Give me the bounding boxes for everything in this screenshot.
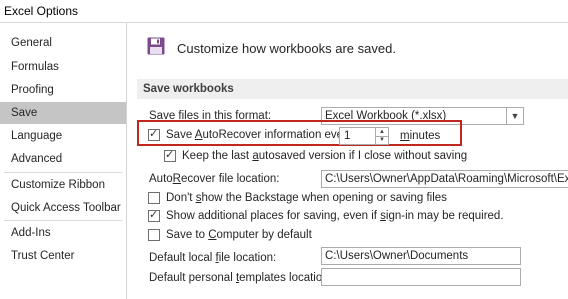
save-to-computer-checkbox[interactable] [148, 229, 160, 241]
sidebar-item-advanced[interactable]: Advanced [0, 148, 126, 170]
sidebar-item-proofing[interactable]: Proofing [0, 79, 126, 101]
additional-places-label: Show additional places for saving, even … [166, 210, 504, 222]
sidebar-item-label: Language [11, 130, 63, 142]
checkmark-icon: ✓ [149, 209, 159, 221]
sidebar-item-label: Customize Ribbon [11, 179, 105, 191]
autorecover-checkbox[interactable]: ✓ [148, 128, 160, 141]
sidebar-item-label: Add-Ins [11, 227, 51, 239]
personal-templates-input[interactable] [321, 268, 521, 286]
sidebar-item-general[interactable]: General [0, 32, 126, 54]
local-file-location-input[interactable]: C:\Users\Owner\Documents [321, 247, 521, 265]
save-to-computer-label: Save to Computer by default [166, 229, 312, 241]
sidebar-item-quick-access-toolbar[interactable]: Quick Access Toolbar [0, 197, 126, 219]
floppy-disk-icon [147, 37, 165, 55]
autorecover-location-value: C:\Users\Owner\AppData\Roaming\Microsoft… [325, 173, 568, 185]
local-file-location-label: Default local file location: [149, 252, 277, 264]
minutes-label: minutes [400, 130, 441, 142]
section-header-save-workbooks: Save workbooks [137, 79, 568, 99]
checkmark-icon: ✓ [165, 149, 175, 161]
sidebar-item-label: Advanced [11, 153, 63, 165]
sidebar-item-label: General [11, 37, 52, 49]
autorecover-location-input[interactable]: C:\Users\Owner\AppData\Roaming\Microsoft… [321, 170, 568, 188]
keep-last-autosaved-label: Keep the last autosaved version if I clo… [182, 150, 468, 162]
title-bar: Excel Options [0, 0, 568, 23]
sidebar-divider [4, 172, 122, 173]
sidebar-item-label: Trust Center [11, 250, 75, 262]
sidebar-item-formulas[interactable]: Formulas [0, 56, 126, 78]
autorecover-minutes-spinner[interactable]: 1 ▲ ▼ [339, 127, 389, 145]
sidebar-divider [4, 220, 122, 221]
autorecover-minutes-value: 1 [344, 130, 351, 142]
local-file-location-value: C:\Users\Owner\Documents [325, 250, 469, 262]
keep-last-autosaved-checkbox[interactable]: ✓ [164, 149, 176, 162]
autorecover-label: Save AutoRecover information every [166, 129, 353, 141]
hide-backstage-checkbox[interactable] [148, 192, 160, 204]
sidebar: General Formulas Proofing Save Language … [0, 23, 127, 299]
sidebar-item-trust-center[interactable]: Trust Center [0, 245, 126, 267]
sidebar-item-label: Save [11, 107, 38, 119]
checkmark-icon: ✓ [149, 128, 159, 140]
window-title: Excel Options [4, 4, 79, 18]
sidebar-item-add-ins[interactable]: Add-Ins [0, 222, 126, 244]
personal-templates-label: Default personal templates location: [149, 272, 332, 284]
sidebar-item-label: Proofing [11, 84, 54, 96]
additional-places-checkbox[interactable]: ✓ [148, 209, 160, 222]
page-header-text: Customize how workbooks are saved. [177, 41, 396, 56]
sidebar-item-label: Formulas [11, 61, 59, 73]
autorecover-location-label: AutoRecover file location: [149, 173, 280, 185]
spinner-down-icon[interactable]: ▼ [376, 136, 388, 144]
spinner-buttons: ▲ ▼ [375, 128, 388, 144]
hide-backstage-label: Don't show the Backstage when opening or… [166, 192, 447, 204]
sidebar-item-language[interactable]: Language [0, 125, 126, 147]
options-panel: Customize how workbooks are saved. Save … [127, 23, 568, 299]
chevron-down-icon: ▼ [506, 108, 523, 124]
sidebar-item-customize-ribbon[interactable]: Customize Ribbon [0, 174, 126, 196]
sidebar-item-save[interactable]: Save [0, 102, 126, 124]
sidebar-item-label: Quick Access Toolbar [11, 202, 121, 214]
